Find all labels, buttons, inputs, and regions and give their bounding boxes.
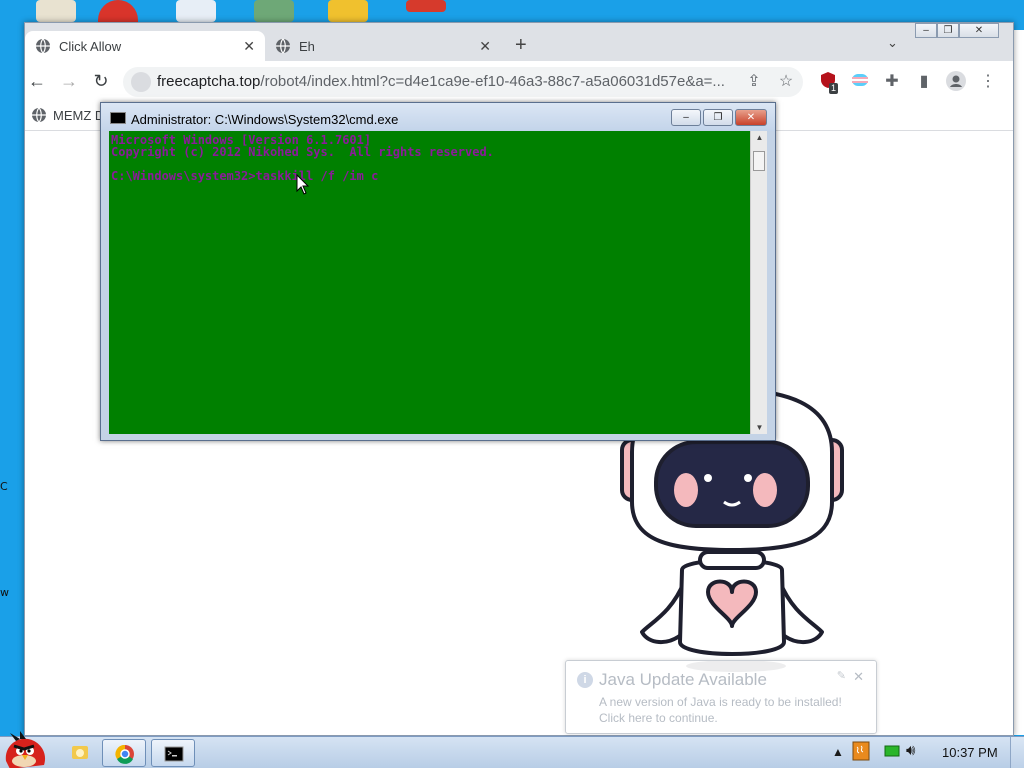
cmd-close-button[interactable]: ✕	[735, 109, 767, 126]
globe-icon	[36, 38, 50, 54]
desktop-icon[interactable]	[176, 0, 216, 22]
cmd-icon	[110, 112, 126, 124]
desktop-icon[interactable]	[36, 0, 76, 22]
angry-bird-start-icon[interactable]	[2, 731, 48, 768]
cmd-titlebar[interactable]: Administrator: C:\Windows\System32\cmd.e…	[101, 103, 775, 131]
java-tray-icon[interactable]	[852, 741, 870, 764]
minimize-button[interactable]: –	[915, 23, 937, 38]
mouse-cursor-icon	[296, 174, 310, 195]
globe-icon	[32, 107, 46, 123]
reload-icon[interactable]: ↻	[89, 70, 113, 94]
cmd-title: Administrator: C:\Windows\System32\cmd.e…	[131, 112, 399, 127]
cmd-window[interactable]: Administrator: C:\Windows\System32\cmd.e…	[100, 102, 776, 441]
tab-close-icon[interactable]: ✕	[479, 38, 491, 55]
notification-close-icon[interactable]: ✕	[853, 669, 864, 685]
chrome-icon	[115, 744, 134, 764]
desktop-icon[interactable]	[98, 0, 138, 22]
tab-search-chevron-icon[interactable]: ⌄	[887, 35, 898, 51]
console-line: Copyright (c) 2012 Nikohed Sys. All righ…	[111, 145, 494, 159]
desktop-label: C	[0, 480, 8, 493]
desktop-icon[interactable]	[328, 0, 368, 22]
folder-icon	[72, 746, 88, 759]
flag-extension-icon[interactable]	[849, 71, 871, 93]
new-tab-button[interactable]: +	[515, 34, 527, 57]
taskbar-chrome-button[interactable]	[102, 739, 146, 767]
ublock-extension-icon[interactable]: 1	[817, 71, 839, 94]
cmd-icon	[164, 746, 184, 762]
show-hidden-icons-icon[interactable]: ▲	[832, 745, 844, 759]
scroll-down-icon[interactable]: ▼	[751, 423, 768, 432]
bookmark-label: MEMZ D	[53, 107, 105, 123]
scroll-up-icon[interactable]: ▲	[751, 133, 768, 142]
globe-icon	[276, 38, 290, 54]
window-controls: – ❐ ✕	[915, 23, 999, 39]
tab-strip: Click Allow ✕ Eh ✕ + ⌄ – ❐ ✕	[25, 23, 1013, 61]
lock-icon[interactable]	[131, 72, 151, 92]
side-panel-icon[interactable]: ▮	[913, 71, 935, 93]
desktop-label: w	[0, 586, 9, 599]
notification-title: Java Update Available	[599, 670, 767, 689]
java-update-notification[interactable]: i Java Update Available A new version of…	[565, 660, 877, 734]
tab-click-allow[interactable]: Click Allow ✕	[25, 31, 265, 61]
taskbar-explorer-button[interactable]	[58, 739, 102, 767]
back-arrow-icon[interactable]: ←	[25, 70, 49, 94]
forward-arrow-icon[interactable]: →	[57, 70, 81, 94]
extensions-puzzle-icon[interactable]: ✚	[881, 71, 903, 93]
taskbar: ▲ 🔊︎ 10:37 PM	[0, 731, 1024, 768]
console-line: C:\Windows\system32>taskkill /f /im c	[111, 169, 379, 183]
kebab-menu-icon[interactable]: ⋮	[977, 71, 999, 93]
share-icon[interactable]: ⇪	[743, 71, 765, 93]
info-icon: i	[577, 672, 593, 688]
cmd-maximize-button[interactable]: ❐	[703, 109, 733, 126]
url-text[interactable]: freecaptcha.top/robot4/index.html?c=d4e1…	[157, 73, 747, 90]
address-bar[interactable]: freecaptcha.top/robot4/index.html?c=d4e1…	[123, 67, 803, 97]
desktop-icon[interactable]	[406, 0, 446, 12]
scrollbar-thumb[interactable]	[753, 151, 765, 171]
profile-avatar-icon[interactable]	[945, 71, 967, 93]
console-output[interactable]: Microsoft Windows [Version 6.1.7601] Cop…	[109, 131, 751, 434]
tab-label: Eh	[299, 38, 315, 54]
tab-eh[interactable]: Eh ✕	[265, 31, 501, 61]
maximize-button[interactable]: ❐	[937, 23, 959, 38]
taskbar-cmd-button[interactable]	[151, 739, 195, 767]
desktop-icon[interactable]	[254, 0, 294, 22]
extension-badge: 1	[829, 83, 839, 94]
tab-label: Click Allow	[59, 38, 122, 54]
close-button[interactable]: ✕	[959, 23, 999, 38]
bookmark-item[interactable]: MEMZ D	[31, 107, 104, 123]
browser-toolbar: ← → ↻ freecaptcha.top/robot4/index.html?…	[25, 61, 1013, 103]
cmd-window-controls: – ❐ ✕	[671, 109, 767, 126]
show-desktop-button[interactable]	[1010, 737, 1024, 768]
network-icon[interactable]	[884, 743, 900, 762]
cmd-scrollbar[interactable]: ▲ ▼	[750, 131, 767, 434]
bookmark-star-icon[interactable]: ☆	[775, 71, 797, 93]
notification-message[interactable]: A new version of Java is ready to be ins…	[599, 694, 842, 726]
pin-icon[interactable]: ✎	[837, 669, 846, 682]
taskbar-clock[interactable]: 10:37 PM	[942, 745, 998, 760]
cmd-minimize-button[interactable]: –	[671, 109, 701, 126]
volume-icon[interactable]: 🔊︎	[906, 742, 915, 759]
tab-close-icon[interactable]: ✕	[243, 38, 255, 55]
